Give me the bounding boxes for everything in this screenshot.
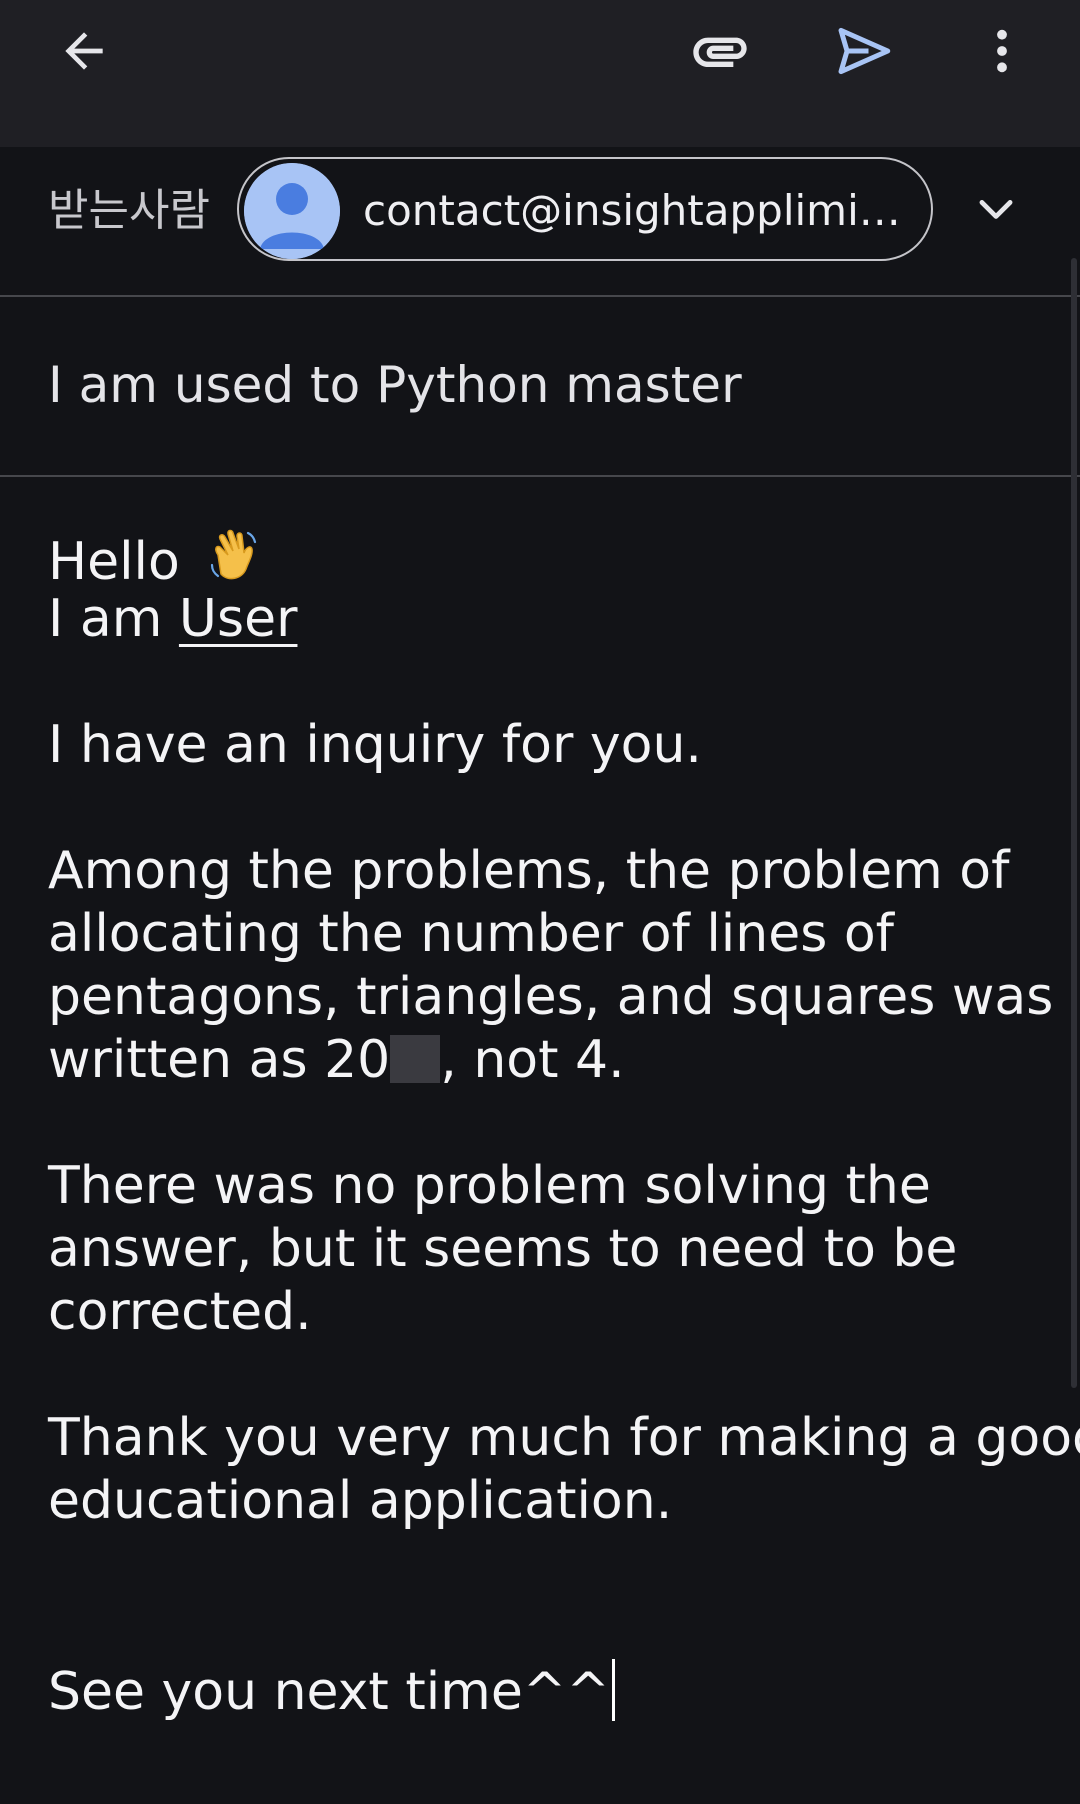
user-name-link[interactable]: User (179, 589, 298, 649)
paragraph2-line4-prefix: written as 20 (48, 1030, 391, 1090)
redacted-block (390, 1035, 441, 1083)
more-options-button[interactable] (954, 3, 1050, 99)
greeting-text: Hello (48, 532, 180, 592)
paragraph3-line1: There was no problem solving the (48, 1156, 931, 1216)
send-button[interactable] (815, 3, 911, 99)
message-body[interactable]: Hello I am User I have an inquiry for yo… (48, 525, 1080, 1722)
paragraph2-line4-suffix: , not 4. (440, 1030, 625, 1090)
arrow-back-icon (65, 32, 103, 70)
send-icon (838, 27, 891, 75)
intro-prefix: I am (48, 589, 179, 649)
paragraph4-line1: Thank you very much for making a good (48, 1408, 1080, 1468)
chevron-down-icon (979, 200, 1013, 219)
inquiry-line: I have an inquiry for you. (48, 715, 702, 775)
closing-text: See you next time^^ (48, 1662, 610, 1722)
more-vert-icon (997, 29, 1007, 73)
paragraph2-line4: written as 20 , not 4. (48, 1029, 1038, 1092)
back-button[interactable] (36, 3, 132, 99)
text-cursor (611, 1659, 615, 1721)
subject-value: I am used to Python master (48, 356, 742, 414)
person-avatar-icon (244, 163, 340, 259)
closing-line: See you next time^^ (48, 1659, 1038, 1722)
paperclip-icon (693, 37, 747, 67)
scrollbar[interactable] (1071, 258, 1077, 1388)
paragraph4-line2: educational application. (48, 1471, 673, 1531)
expand-recipients-button[interactable] (948, 162, 1044, 258)
attach-button[interactable] (672, 3, 768, 99)
paragraph2-line3: pentagons, triangles, and squares was (48, 967, 1054, 1027)
top-toolbar (0, 0, 1080, 147)
recipient-email: contact@insightapplimite… (363, 186, 913, 235)
paragraph3-line3: corrected. (48, 1282, 312, 1342)
paragraph2-line2: allocating the number of lines of (48, 904, 894, 964)
subject-field[interactable]: I am used to Python master (0, 297, 1080, 477)
greeting-line: Hello (48, 525, 1038, 592)
intro-line: I am User (48, 588, 1038, 651)
paragraph2-line1: Among the problems, the problem of (48, 841, 1010, 901)
paragraph3-line2: answer, but it seems to need to be (48, 1219, 958, 1279)
recipient-chip[interactable]: contact@insightapplimite… (237, 157, 933, 261)
to-label: 받는사람 (48, 185, 210, 236)
